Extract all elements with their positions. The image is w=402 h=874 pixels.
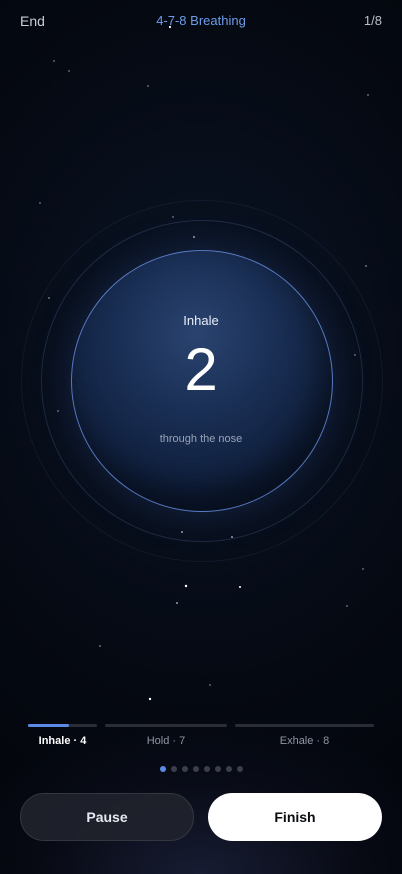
top-bar: End 4-7-8 Breathing 1/8: [0, 0, 402, 42]
page-dot: [203, 766, 210, 772]
phase-hint: through the nose: [159, 433, 243, 445]
page-dot: [214, 766, 221, 772]
star: [184, 584, 188, 588]
pause-button[interactable]: Pause: [20, 793, 194, 841]
star: [99, 645, 101, 647]
page-dot: [192, 766, 199, 772]
progress-segment-exhale: [235, 724, 374, 727]
finish-button[interactable]: Finish: [208, 793, 382, 841]
page-dot: [181, 766, 188, 772]
segment-label-hold: Hold · 7: [146, 735, 186, 747]
star: [53, 60, 55, 62]
progress-fill-inhale: [28, 724, 70, 727]
segment-label-inhale: Inhale · 4: [38, 735, 87, 747]
star: [147, 85, 149, 87]
star: [39, 202, 41, 204]
progress-segment-inhale: [28, 724, 97, 727]
progress-segment-hold: [105, 724, 227, 727]
page-dot: [159, 766, 166, 772]
star: [209, 684, 211, 686]
star: [365, 265, 367, 267]
star: [176, 602, 178, 604]
countdown-number: 2: [184, 336, 218, 403]
page-indicator: [0, 766, 402, 772]
page-dot: [225, 766, 232, 772]
star: [346, 605, 348, 607]
star: [239, 586, 241, 588]
star: [362, 568, 364, 570]
page-dot: [170, 766, 177, 772]
phase-label: Inhale: [183, 313, 219, 328]
segment-label-exhale: Exhale · 8: [279, 735, 330, 747]
session-title: 4-7-8 Breathing: [156, 13, 246, 28]
star: [367, 94, 369, 96]
cycle-counter: 1/8: [363, 13, 382, 28]
page-dot: [236, 766, 243, 772]
star: [68, 70, 70, 72]
star: [148, 697, 152, 701]
